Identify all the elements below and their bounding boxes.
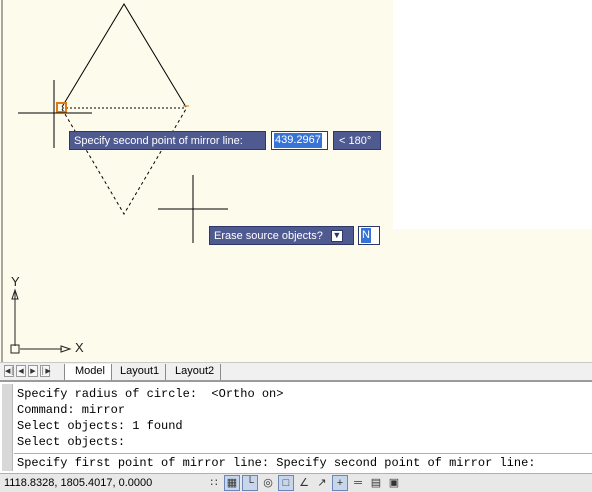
last-tab-icon[interactable]: │▶ — [40, 365, 51, 377]
erase-option-input[interactable]: N — [358, 226, 380, 245]
ortho-mode-icon[interactable]: └ — [242, 475, 258, 491]
erase-prompt-tooltip: Erase source objects? ▼ — [209, 226, 354, 245]
tab-layout1[interactable]: Layout1 — [110, 364, 167, 380]
erase-prompt-label: Erase source objects? — [214, 230, 323, 242]
lineweight-icon[interactable]: ═ — [350, 475, 366, 491]
tab-model[interactable]: Model — [64, 364, 112, 380]
command-window: Specify radius of circle: <Ortho on> Com… — [0, 380, 592, 473]
endpoint-grip-icon — [56, 102, 67, 113]
first-tab-icon[interactable]: ◀│ — [4, 365, 15, 377]
mirror-prompt-tooltip: Specify second point of mirror line: — [69, 131, 266, 150]
drawing-geometry — [1, 0, 228, 362]
dropdown-arrow-icon[interactable]: ▼ — [330, 230, 343, 243]
drawing-canvas[interactable]: Y X Specify second point of mirror line:… — [0, 0, 592, 362]
mirrored-triangle-preview — [61, 108, 187, 215]
history-line: Select objects: 1 found — [17, 419, 183, 433]
length-value: 439.2967 — [274, 133, 322, 148]
coordinate-readout[interactable]: 1118.8328, 1805.4017, 0.0000 — [4, 477, 152, 489]
command-prompt-line[interactable]: Specify first point of mirror line: Spec… — [17, 456, 535, 470]
length-input[interactable]: 439.2967 — [271, 131, 328, 150]
next-tab-icon[interactable]: ▶ — [28, 365, 38, 377]
ucs-icon — [10, 288, 72, 354]
source-triangle — [61, 3, 187, 108]
ucs-y-label: Y — [11, 274, 20, 289]
prev-tab-icon[interactable]: ◀ — [16, 365, 26, 377]
erase-option-value: N — [361, 228, 371, 243]
dynamic-input-icon[interactable]: + — [332, 475, 348, 491]
history-line: Select objects: — [17, 435, 126, 449]
snap-mode-icon[interactable]: ∷ — [206, 475, 222, 491]
dynamic-ucs-icon[interactable]: ↗ — [314, 475, 330, 491]
history-line: Command: mirror — [17, 403, 126, 417]
grid-display-icon[interactable]: ▦ — [224, 475, 240, 491]
history-line: Specify radius of circle: <Ortho on> — [17, 387, 284, 401]
object-snap-tracking-icon[interactable]: ∠ — [296, 475, 312, 491]
ucs-x-label: X — [75, 340, 84, 355]
quick-properties-icon[interactable]: ▤ — [368, 475, 384, 491]
selection-cycling-icon[interactable]: ▣ — [386, 475, 402, 491]
angle-input[interactable]: < 180° — [333, 131, 381, 150]
layout-tab-bar: ◀│ ◀ ▶ │▶ Model Layout1 Layout2 — [0, 362, 592, 380]
polar-tracking-icon[interactable]: ◎ — [260, 475, 276, 491]
status-bar: 1118.8328, 1805.4017, 0.0000 ∷ ▦ └ ◎ □ ∠ ↗ + ═ ▤ ▣ — [0, 473, 592, 492]
command-divider — [14, 453, 592, 454]
tab-layout2[interactable]: Layout2 — [165, 364, 222, 380]
object-snap-icon[interactable]: □ — [278, 475, 294, 491]
command-window-grip[interactable] — [2, 384, 13, 471]
